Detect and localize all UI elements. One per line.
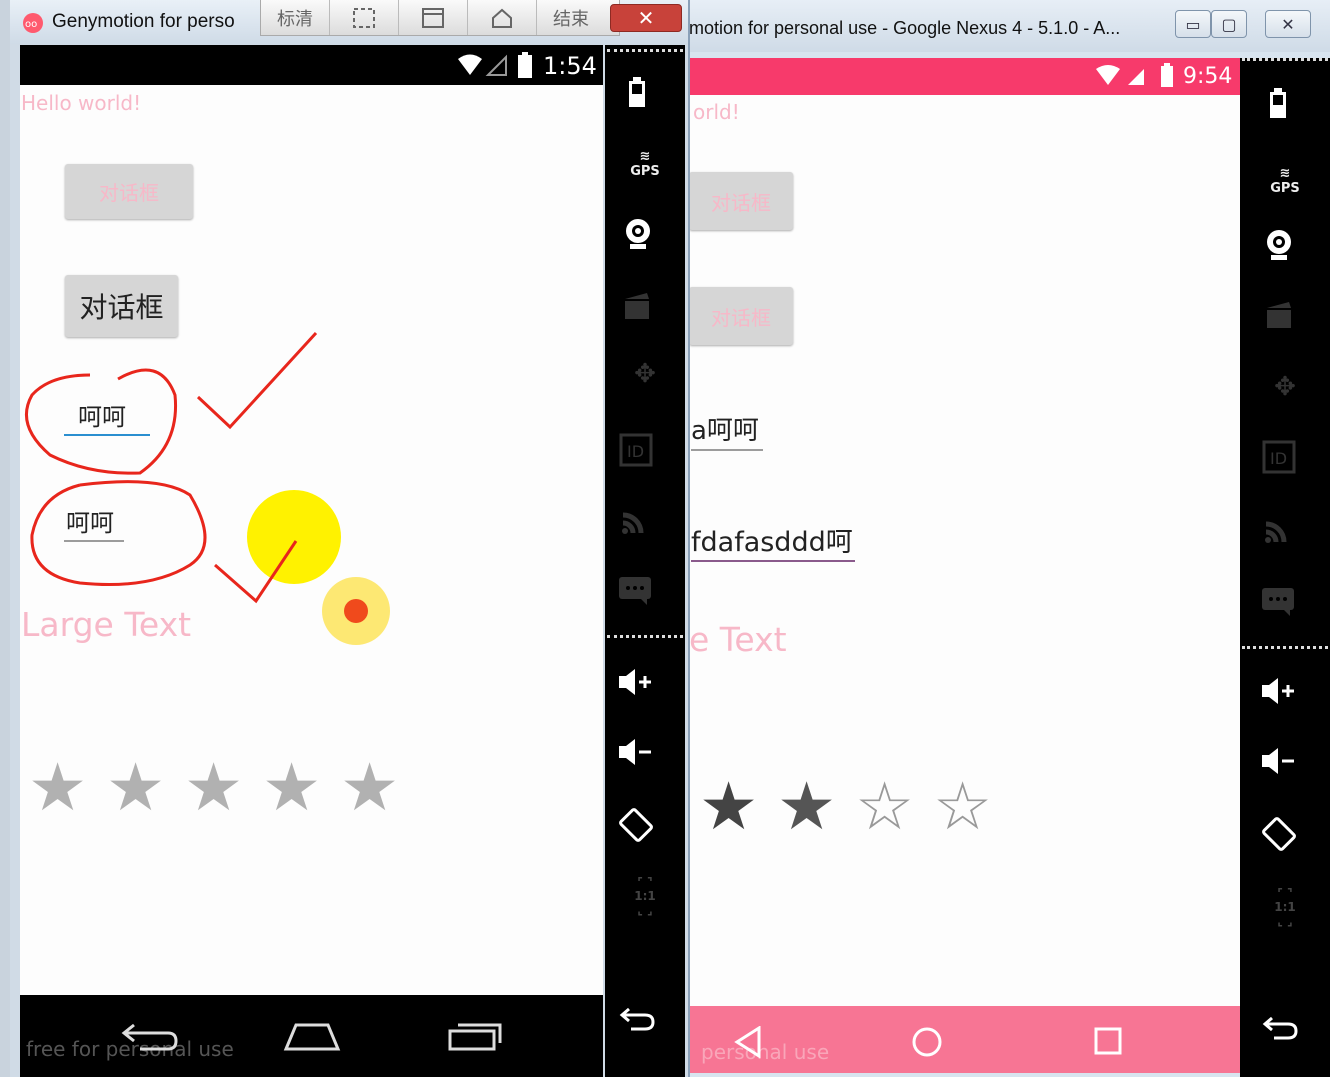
battery-icon[interactable] (1268, 88, 1288, 120)
right-nav-bar: personal use (689, 1006, 1240, 1073)
back-nav-icon[interactable] (733, 1026, 763, 1058)
id-icon[interactable]: ID (619, 433, 653, 467)
region-select-icon (353, 7, 375, 28)
id-icon[interactable]: ID (1262, 440, 1296, 474)
right-title-bar: motion for personal use - Google Nexus 4… (683, 0, 1330, 52)
rotate-icon[interactable] (1260, 814, 1298, 852)
edit-text-1-underline (691, 449, 763, 451)
video-icon[interactable] (623, 291, 651, 321)
dialog-button-2[interactable]: 对话框 (689, 287, 793, 345)
edit-text-2[interactable]: fdafasddd呵 (691, 520, 853, 559)
star-half[interactable]: ★ (777, 774, 836, 840)
rss-icon[interactable] (619, 505, 651, 537)
sms-icon[interactable] (1260, 586, 1296, 618)
scale-icon[interactable]: ⌜ ⌝ 1:1 ⌞ ⌟ (1240, 886, 1330, 928)
home-icon (492, 8, 512, 28)
home-nav-icon[interactable] (911, 1026, 943, 1058)
cursor-dot (344, 599, 368, 623)
move-icon[interactable]: ✥ (605, 359, 685, 389)
end-button[interactable]: 结束 (537, 0, 605, 35)
right-status-bar: 9:54 (689, 58, 1240, 95)
left-window-title: Genymotion for perso (52, 11, 235, 32)
right-window-title: motion for personal use - Google Nexus 4… (689, 18, 1121, 38)
signal-icon (1096, 65, 1144, 85)
right-device-screen: 9:54 orld! 对话框 对话框 a呵呵 fdafasddd呵 e Text… (689, 58, 1240, 1073)
minimize-button[interactable]: ▭ (1175, 10, 1211, 38)
gps-icon[interactable]: ≋ GPS (605, 149, 685, 179)
volume-down-icon[interactable] (1260, 746, 1296, 776)
recorder-toolbar: 标清 结束 (260, 0, 620, 36)
gps-icon[interactable]: ≋ GPS (1240, 166, 1330, 196)
back-icon[interactable] (1262, 1014, 1298, 1040)
scale-icon[interactable]: ⌜ ⌝ 1:1 ⌞ ⌟ (605, 875, 685, 917)
close-button[interactable]: ✕ (610, 4, 682, 32)
edit-text-2-underline (691, 560, 855, 562)
large-text: e Text (689, 620, 787, 659)
hello-text: orld! (693, 100, 740, 124)
svg-text:oo: oo (25, 19, 37, 30)
left-genymotion-sidebar: ≋ GPS ✥ ID ⌜ ⌝ 1:1 ⌞ ⌟ (605, 45, 685, 1077)
home-toolbar-button[interactable] (468, 0, 537, 35)
left-device-screen: 1:54 Hello world! 对话框 对话框 呵呵 呵呵 Large Te… (20, 45, 603, 1077)
star-empty[interactable]: ☆ (855, 774, 914, 840)
move-icon[interactable]: ✥ (1240, 372, 1330, 402)
camera-icon[interactable] (623, 217, 653, 251)
dialog-button-2-label: 对话框 (711, 305, 771, 330)
watermark: personal use (701, 1040, 830, 1064)
battery-status-icon (1161, 63, 1173, 87)
sms-icon[interactable] (617, 575, 653, 607)
volume-down-icon[interactable] (617, 737, 653, 767)
edit-text-1[interactable]: a呵呵 (691, 410, 759, 447)
star-full[interactable]: ★ (699, 774, 758, 840)
annotation-layer (24, 331, 390, 645)
genymotion-logo-icon: oo (23, 13, 43, 33)
region-select-button[interactable] (330, 0, 399, 35)
maximize-button[interactable]: ▢ (1211, 10, 1247, 38)
right-emulator-window: motion for personal use - Google Nexus 4… (683, 0, 1330, 1077)
volume-up-icon[interactable] (617, 667, 653, 697)
dialog-button-1[interactable]: 对话框 (689, 172, 793, 230)
back-nav-icon[interactable] (120, 1021, 180, 1055)
right-genymotion-sidebar: ≋ GPS ✥ ID ⌜ ⌝ 1:1 ⌞ ⌟ (1240, 58, 1330, 1077)
window-select-button[interactable] (399, 0, 468, 35)
rotate-icon[interactable] (617, 805, 655, 843)
star-empty[interactable]: ☆ (933, 774, 992, 840)
recents-nav-icon[interactable] (1093, 1026, 1123, 1056)
back-icon[interactable] (619, 1005, 655, 1031)
camera-icon[interactable] (1264, 228, 1294, 262)
rss-icon[interactable] (1262, 514, 1294, 546)
left-emulator-window: oo Genymotion for perso 标清 结束 ✕ 1:54 Hel… (10, 0, 690, 1077)
svg-text:ID: ID (627, 442, 644, 461)
window-select-icon (422, 7, 444, 28)
highlight-circle (247, 490, 341, 584)
recents-nav-icon[interactable] (446, 1021, 506, 1053)
home-nav-icon[interactable] (282, 1021, 342, 1053)
quality-button[interactable]: 标清 (261, 0, 330, 35)
volume-up-icon[interactable] (1260, 676, 1296, 706)
close-button[interactable]: ✕ (1265, 10, 1311, 38)
video-icon[interactable] (1265, 300, 1293, 330)
status-time: 9:54 (1183, 64, 1233, 89)
battery-icon[interactable] (627, 77, 647, 109)
left-nav-bar: free for personal use (20, 995, 603, 1077)
dialog-button-1-label: 对话框 (711, 190, 771, 215)
svg-text:ID: ID (1270, 449, 1287, 468)
